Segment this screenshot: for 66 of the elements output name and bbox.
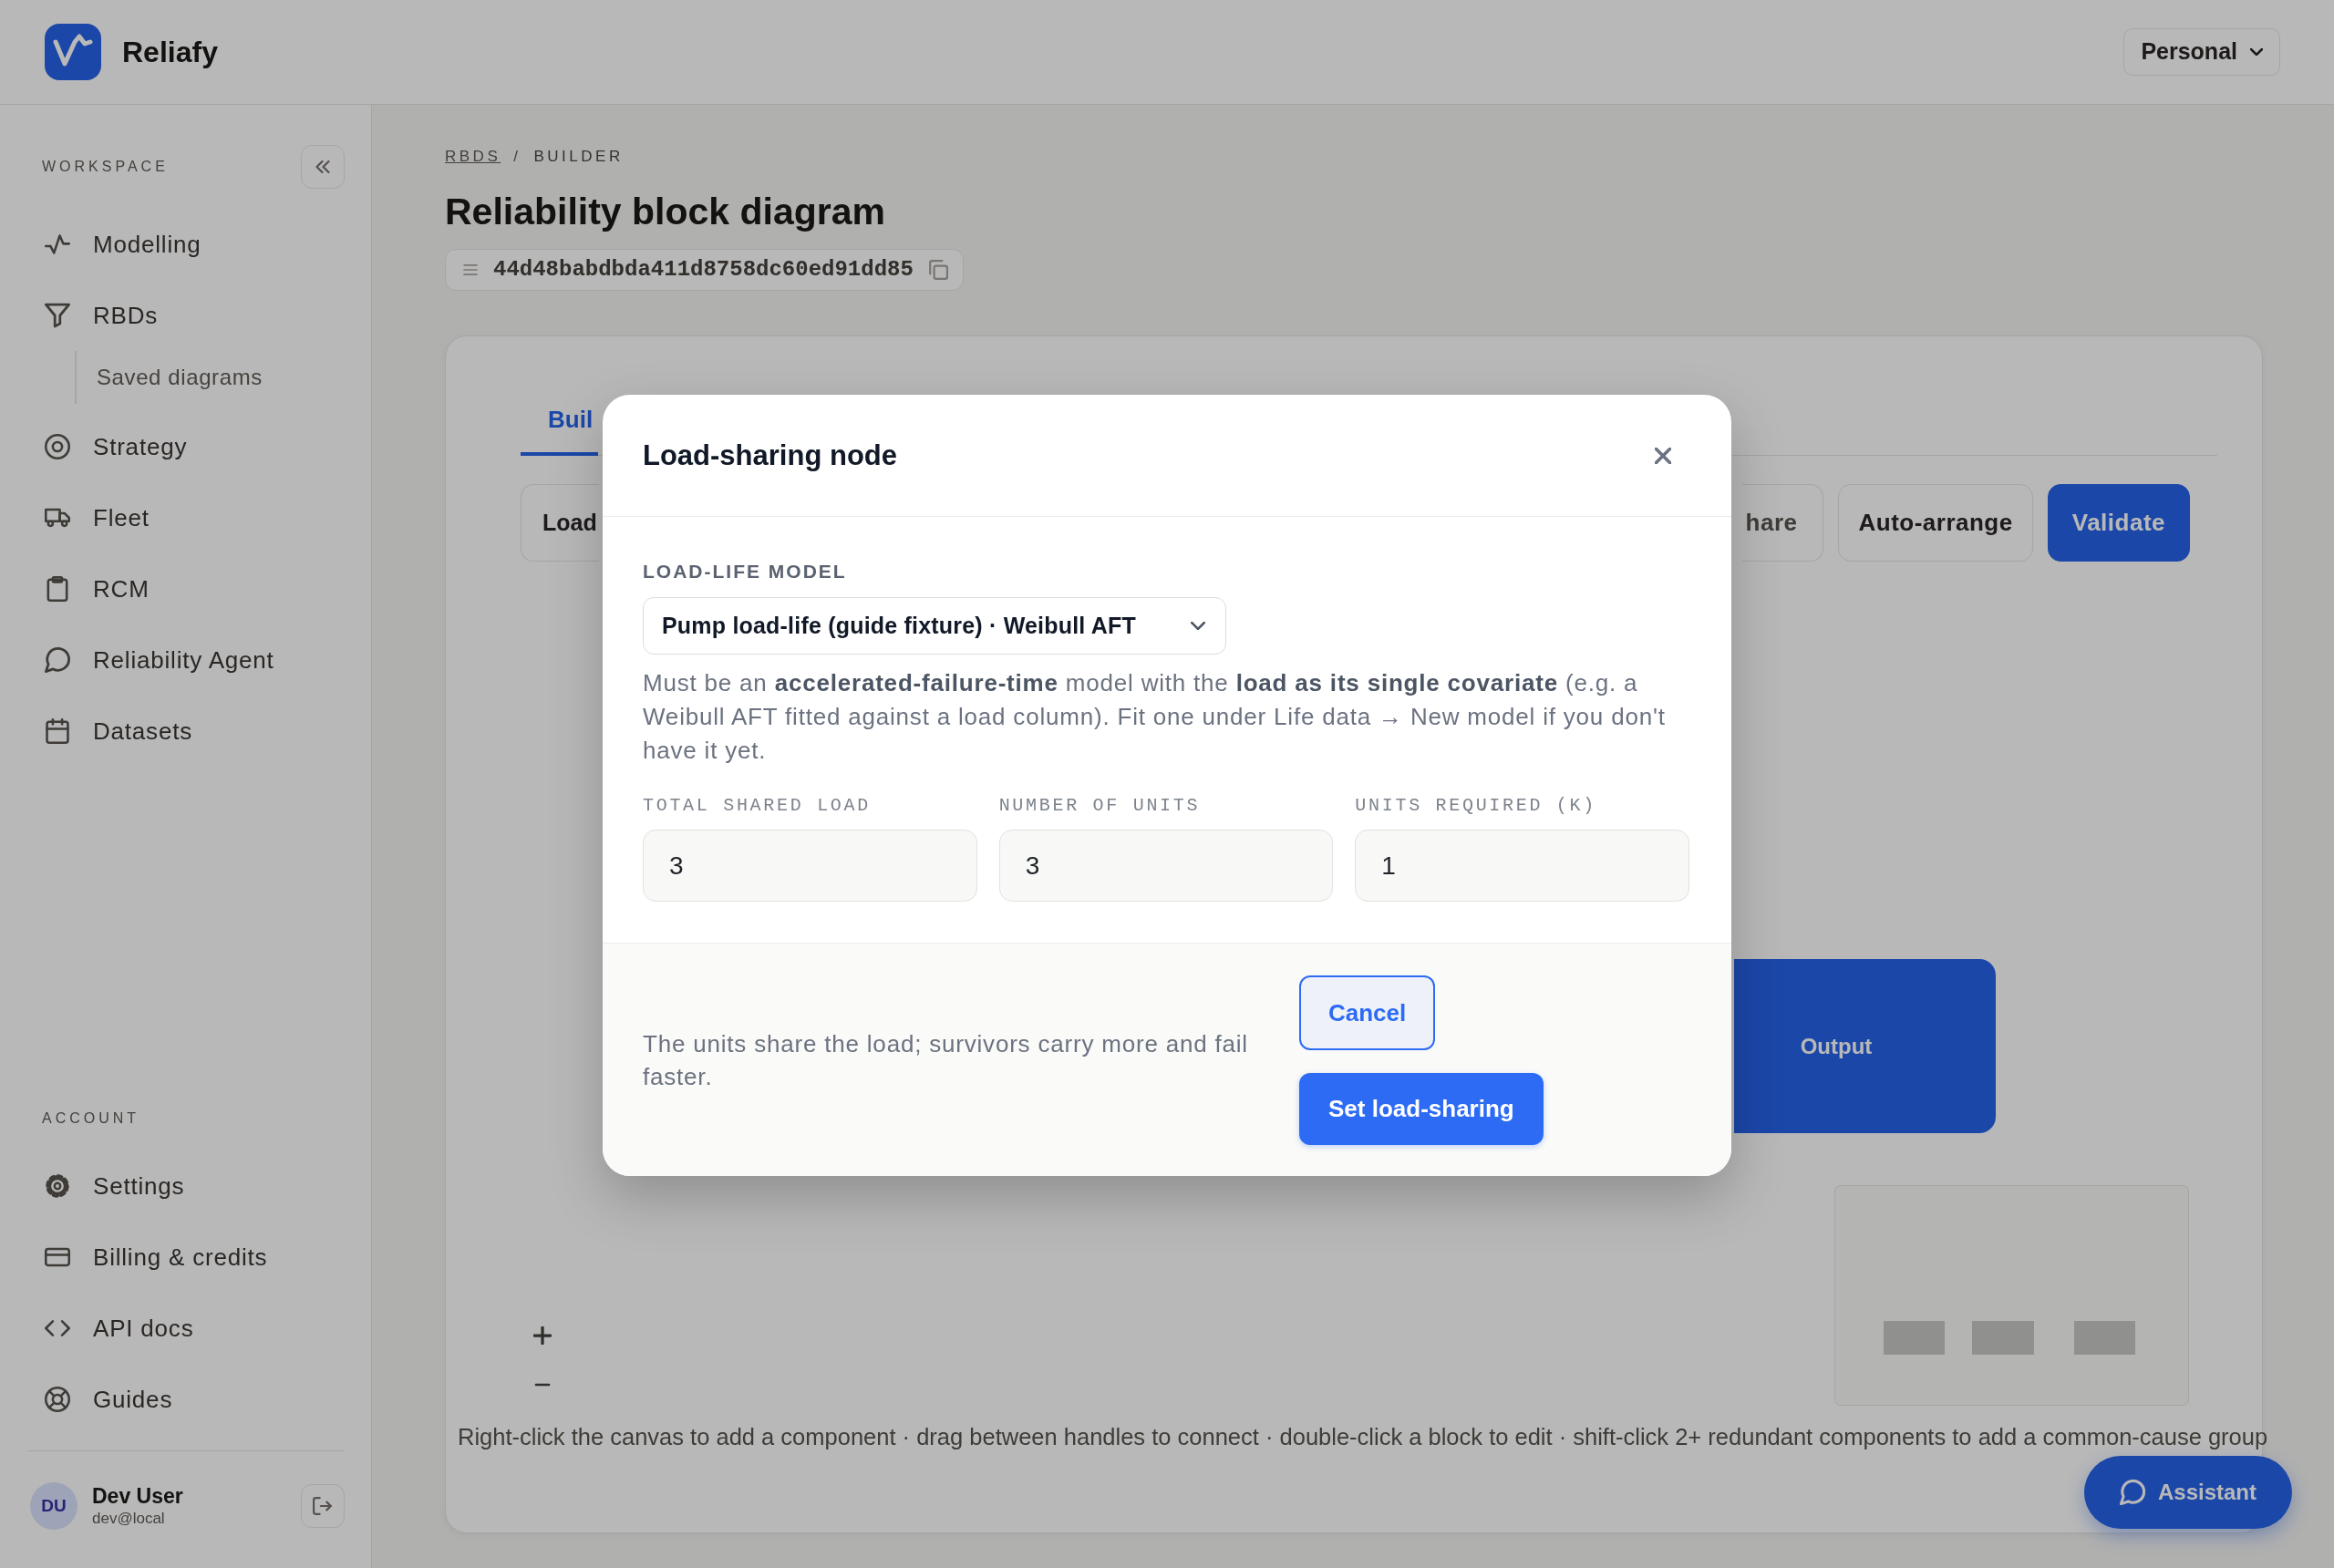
section-label: WORKSPACE: [42, 158, 169, 176]
funnel-icon: [45, 303, 70, 328]
plus-icon: [533, 1326, 552, 1345]
clipboard-icon: [45, 576, 70, 602]
modal-title: Load-sharing node: [643, 438, 897, 473]
sidebar-item[interactable]: Fleet: [42, 490, 157, 546]
sidebar-item[interactable]: RCM: [42, 561, 157, 617]
user-avatar: DU: [30, 1482, 77, 1530]
sidebar-item[interactable]: Billing & credits: [42, 1229, 275, 1285]
field-label: LOAD-LIFE MODEL: [643, 561, 847, 583]
list-icon: [462, 264, 479, 275]
user-email: dev@local: [92, 1509, 165, 1528]
footer-note: The units share the load; survivors carry more and fail faster.: [643, 1029, 1249, 1092]
breadcrumb-link[interactable]: RBDS: [445, 146, 501, 168]
sidebar-item[interactable]: API docs: [42, 1300, 201, 1357]
number-field[interactable]: 1: [1355, 830, 1689, 902]
toolbar-button[interactable]: Load: [521, 484, 599, 562]
sidebar-item[interactable]: Reliability Agent: [42, 632, 282, 688]
sidebar-subitem[interactable]: Saved diagrams: [97, 351, 263, 404]
help-text: Must be an accelerated-failure-time model with the load as its single covariate (e.g. a Weibull AFT fitted against a load column). Fit one under Life data → New model if you don't have it yet.: [643, 668, 1667, 766]
logout-icon: [313, 1497, 333, 1515]
number-field[interactable]: 3: [998, 830, 1334, 902]
caret-icon: [2250, 48, 2263, 56]
sidebar-item[interactable]: Datasets: [42, 703, 200, 759]
diagram-id: 44d48babdbda411d8758dc60ed91dd85: [493, 256, 914, 284]
cancel-button[interactable]: Cancel: [1299, 975, 1436, 1050]
user-name: Dev User: [92, 1484, 183, 1510]
section-label: ACCOUNT: [42, 1109, 140, 1128]
breadcrumb-current: BUILDER: [533, 147, 624, 167]
copy-icon[interactable]: [927, 260, 948, 280]
assistant-button[interactable]: Assistant: [2084, 1456, 2292, 1529]
sidebar-item[interactable]: Guides: [42, 1371, 181, 1428]
chevron-down-icon: [1191, 622, 1205, 630]
toolbar-button[interactable]: hare: [1741, 484, 1824, 562]
brand-name: Reliafy: [122, 35, 218, 70]
diagram-block[interactable]: Output: [1734, 959, 1996, 1133]
close-icon: [1655, 447, 1671, 464]
sidebar-item[interactable]: Strategy: [42, 418, 195, 475]
sidebar-item[interactable]: RBDs: [42, 287, 166, 344]
field-label: NUMBER OF UNITS: [998, 796, 1201, 816]
field-label: TOTAL SHARED LOAD: [643, 796, 871, 816]
calendar-icon: [45, 718, 70, 744]
chat-icon: [2119, 1480, 2145, 1505]
sidebar-item[interactable]: Modelling: [42, 216, 209, 273]
chevrons-left-icon: [315, 160, 330, 173]
toolbar-button[interactable]: Auto-arrange: [1838, 484, 2033, 562]
minus-icon: [533, 1383, 552, 1387]
target-icon: [45, 434, 70, 459]
toolbar-button[interactable]: Validate: [2047, 484, 2190, 562]
canvas-hint: Right-click the canvas to add a component · drag between handles to connect · double-click a block to edit · shift-click 2+ redundant components to add a common-cause group: [458, 1423, 2268, 1450]
confirm-button[interactable]: Set load-sharing: [1299, 1073, 1544, 1145]
lifebuoy-icon: [45, 1387, 70, 1412]
page-title: Reliability block diagram: [445, 190, 886, 234]
number-field[interactable]: 3: [643, 830, 977, 902]
logout-button[interactable]: [301, 1484, 345, 1528]
breadcrumb-separator: /: [513, 147, 522, 167]
field-label: UNITS REQUIRED (K): [1355, 796, 1596, 816]
settings-icon: [45, 1173, 70, 1199]
workspace-dropdown[interactable]: Personal: [2123, 28, 2280, 76]
chat-icon: [45, 647, 70, 673]
builder-tab[interactable]: Buil: [521, 387, 599, 456]
sidebar-item[interactable]: Settings: [42, 1158, 192, 1214]
pulse-icon: [45, 232, 70, 257]
logo-icon: [45, 24, 101, 80]
model-select[interactable]: Pump load-life (guide fixture) · Weibull AFT: [643, 597, 1226, 655]
collapse-button[interactable]: [301, 145, 345, 189]
